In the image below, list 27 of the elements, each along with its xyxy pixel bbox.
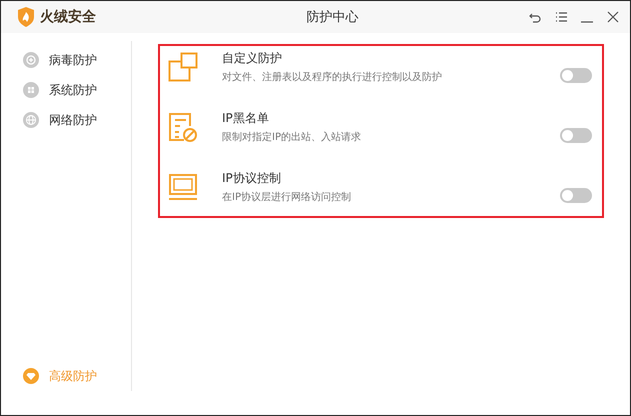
feature-title: IP黑名单 [222,110,270,127]
feature-description: 限制对指定IP的出站、入站请求 [222,130,362,144]
sidebar-item[interactable]: 网络防护 [1,105,131,135]
sidebar-item[interactable]: 病毒防护 [1,45,131,75]
sidebar-item[interactable]: 系统防护 [1,75,131,105]
sidebar-label: 系统防护 [49,82,97,98]
menu-icon[interactable] [554,10,568,24]
feature-description: 对文件、注册表以及程序的执行进行控制以及防护 [222,70,443,84]
feature-title: 自定义防护 [222,50,283,67]
sidebar-label: 高级防护 [49,368,97,384]
windows-grid-icon [23,82,39,98]
feature-description: 在IP协议层进行网络访问控制 [222,190,352,204]
laptop-icon [168,172,198,202]
sidebar-label: 网络防护 [49,112,97,128]
window-title: 防护中心 [306,9,360,26]
globe-icon [23,112,39,128]
plus-circle-icon [23,52,39,68]
close-icon[interactable] [606,10,620,24]
feature-title: IP协议控制 [222,170,282,187]
toggle-switch[interactable] [560,68,592,83]
app-name: 火绒安全 [40,8,96,26]
sidebar-label: 病毒防护 [49,52,97,68]
toggle-switch[interactable] [560,188,592,203]
document-block-icon [168,112,198,142]
toggle-switch[interactable] [560,128,592,143]
squares-icon [168,52,198,82]
logo-icon [17,7,35,27]
